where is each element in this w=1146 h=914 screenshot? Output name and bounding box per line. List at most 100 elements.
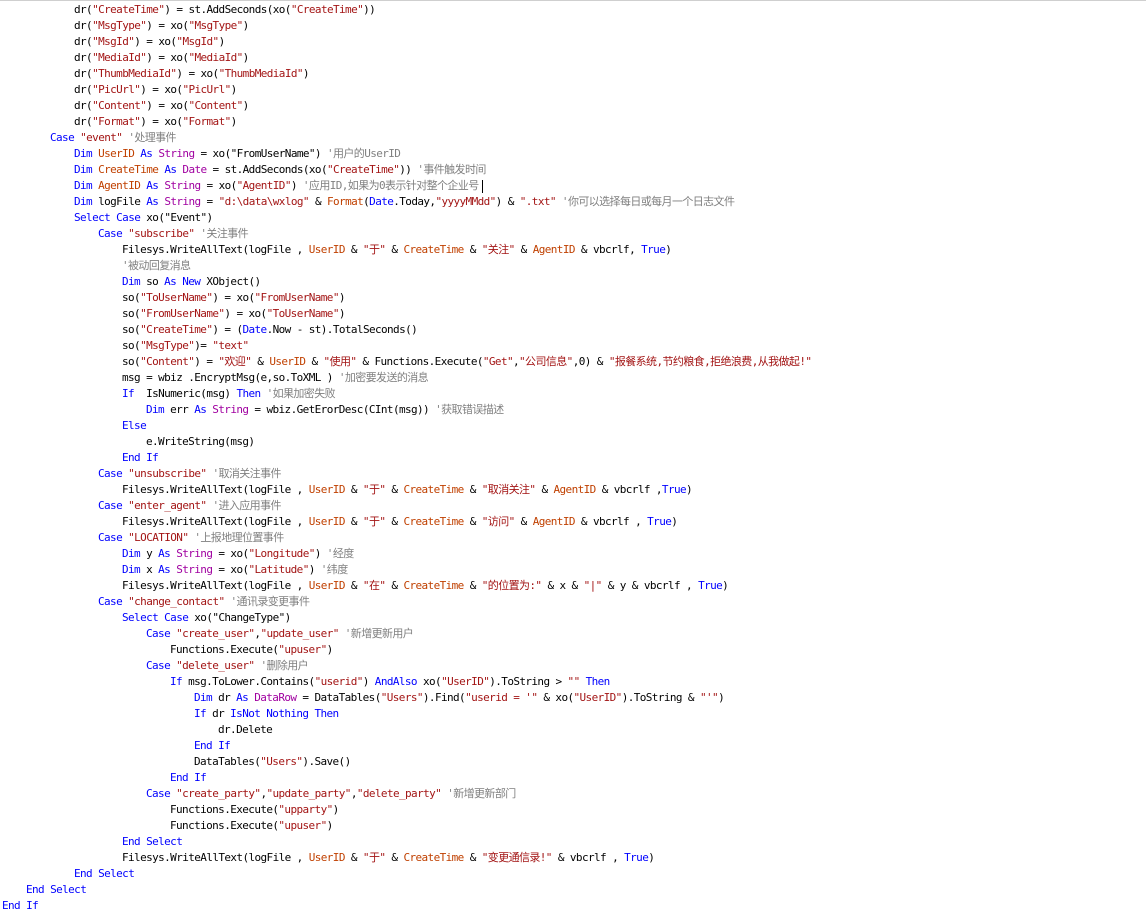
code-editor[interactable]: dr("CreateTime") = st.AddSeconds(xo("Cre…: [0, 0, 1146, 913]
code-line[interactable]: Dim logFile As String = "d:\data\wxlog" …: [74, 194, 735, 210]
code-token: ) = xo(: [140, 115, 183, 128]
code-token: = xo(: [212, 547, 249, 560]
code-line[interactable]: dr("CreateTime") = st.AddSeconds(xo("Cre…: [74, 2, 376, 18]
code-line[interactable]: dr("MediaId") = xo("MediaId"): [74, 50, 249, 66]
code-token: ) = xo(: [146, 51, 189, 64]
code-line[interactable]: Case "enter_agent" '进入应用事件: [98, 498, 281, 514]
code-token: "update_party": [266, 787, 351, 800]
code-line[interactable]: DataTables("Users").Save(): [194, 754, 351, 770]
code-token: & vbcrlf ,: [551, 851, 625, 864]
code-line[interactable]: Case "delete_user" '删除用户: [146, 658, 309, 674]
code-token: '事件触发时间: [411, 163, 486, 176]
code-token: &: [251, 355, 270, 368]
code-line[interactable]: If msg.ToLower.Contains("userid") AndAls…: [170, 674, 610, 690]
code-token: '获取错误描述: [429, 403, 504, 416]
code-token: "upparty": [278, 803, 333, 816]
code-line[interactable]: Select Case xo("ChangeType"): [122, 610, 291, 626]
code-line[interactable]: Case "create_user","update_user" '新增更新用户: [146, 626, 414, 642]
code-token: &: [344, 243, 363, 256]
code-line[interactable]: Case "LOCATION" '上报地理位置事件: [98, 530, 284, 546]
code-token: AgentID: [532, 243, 576, 256]
code-line[interactable]: End If: [194, 738, 231, 754]
code-line[interactable]: Filesys.WriteAllText(logFile , UserID & …: [122, 850, 655, 866]
code-line[interactable]: dr("ThumbMediaId") = xo("ThumbMediaId"): [74, 66, 310, 82]
code-token: ).Save(): [302, 755, 351, 768]
code-line[interactable]: dr("MsgType") = xo("MsgType"): [74, 18, 249, 34]
code-token: dr(: [74, 67, 93, 80]
code-token: & xo(: [537, 691, 574, 704]
code-token: ) =: [194, 355, 219, 368]
code-line[interactable]: Case "subscribe" '关注事件: [98, 226, 249, 242]
code-line[interactable]: so("Content") = "欢迎" & UserID & "使用" & F…: [122, 354, 812, 370]
code-line[interactable]: End If: [122, 450, 159, 466]
code-line[interactable]: End Select: [122, 834, 183, 850]
code-token: Filesys.WriteAllText(logFile ,: [122, 851, 309, 864]
code-line[interactable]: dr.Delete: [218, 722, 273, 738]
code-line[interactable]: Filesys.WriteAllText(logFile , UserID & …: [122, 242, 672, 258]
code-line[interactable]: Dim dr As DataRow = DataTables("Users").…: [194, 690, 725, 706]
code-token: ): [218, 35, 226, 48]
code-line[interactable]: dr("PicUrl") = xo("PicUrl"): [74, 82, 237, 98]
code-token: ) = xo(: [146, 99, 189, 112]
code-token: Dim: [122, 547, 147, 560]
code-line[interactable]: Functions.Execute("upuser"): [170, 642, 333, 658]
code-token: & x &: [541, 579, 584, 592]
code-line[interactable]: e.WriteString(msg): [146, 434, 255, 450]
code-token: = wbiz.GetErorDesc(CInt(msg)): [248, 403, 430, 416]
code-token: dr: [218, 691, 231, 704]
code-token: As: [140, 195, 165, 208]
code-line[interactable]: Else: [122, 418, 147, 434]
code-line[interactable]: Case "create_party","update_party","dele…: [146, 786, 516, 802]
code-token: Case: [98, 467, 129, 480]
code-line[interactable]: End If: [170, 770, 207, 786]
code-line[interactable]: Functions.Execute("upparty"): [170, 802, 339, 818]
code-line[interactable]: Dim y As String = xo("Longitude") '经度: [122, 546, 354, 562]
code-line[interactable]: Case "unsubscribe" '取消关注事件: [98, 466, 281, 482]
code-token: "d:\data\wxlog": [218, 195, 310, 208]
code-line[interactable]: dr("Content") = xo("Content"): [74, 98, 249, 114]
code-token: Dim: [122, 275, 147, 288]
code-line[interactable]: End Select: [26, 882, 87, 898]
code-line[interactable]: Dim CreateTime As Date = st.AddSeconds(x…: [74, 162, 486, 178]
code-token: so: [146, 275, 159, 288]
code-line[interactable]: Dim so As New XObject(): [122, 274, 261, 290]
code-line[interactable]: Filesys.WriteAllText(logFile , UserID & …: [122, 578, 729, 594]
code-token: "MsgId": [176, 35, 219, 48]
code-token: ) = xo(: [224, 307, 267, 320]
code-line[interactable]: so("FromUserName") = xo("ToUserName"): [122, 306, 345, 322]
code-line[interactable]: so("MsgType")= "text": [122, 338, 249, 354]
code-line[interactable]: Filesys.WriteAllText(logFile , UserID & …: [122, 482, 693, 498]
code-line[interactable]: Select Case xo("Event"): [74, 210, 213, 226]
code-line[interactable]: If IsNumeric(msg) Then '如果加密失败: [122, 386, 336, 402]
code-token: XObject(): [206, 275, 261, 288]
code-token: ): [665, 243, 672, 256]
code-token: ) = xo(: [176, 67, 219, 80]
code-line[interactable]: End If: [2, 898, 39, 914]
code-token: msg = wbiz .EncryptMsg(e,so.ToXML ): [122, 371, 333, 384]
code-line[interactable]: dr("MsgId") = xo("MsgId"): [74, 34, 225, 50]
code-line[interactable]: '被动回复消息: [122, 258, 191, 274]
code-token: '处理事件: [122, 131, 176, 144]
code-line[interactable]: so("CreateTime") = (Date.Now - st).Total…: [122, 322, 418, 338]
code-line[interactable]: Filesys.WriteAllText(logFile , UserID & …: [122, 514, 678, 530]
code-token: "ThumbMediaId": [92, 67, 177, 80]
code-line[interactable]: Dim err As String = wbiz.GetErorDesc(CIn…: [146, 402, 504, 418]
code-token: '删除用户: [254, 659, 309, 672]
code-line[interactable]: Dim x As String = xo("Latitude") '纬度: [122, 562, 348, 578]
code-line[interactable]: Functions.Execute("upuser"): [170, 818, 333, 834]
code-token: Filesys.WriteAllText(logFile ,: [122, 483, 309, 496]
code-token: &: [385, 243, 404, 256]
code-token: End If: [194, 739, 231, 752]
code-line[interactable]: Dim UserID As String = xo("FromUserName"…: [74, 146, 401, 162]
code-line[interactable]: If dr IsNot Nothing Then: [194, 706, 339, 722]
code-token: Case: [98, 499, 129, 512]
code-line[interactable]: so("ToUserName") = xo("FromUserName"): [122, 290, 345, 306]
code-line[interactable]: Case "event" '处理事件: [50, 130, 177, 146]
code-line[interactable]: msg = wbiz .EncryptMsg(e,so.ToXML ) '加密要…: [122, 370, 429, 386]
code-line[interactable]: Case "change_contact" '通讯录变更事件: [98, 594, 310, 610]
code-line[interactable]: Dim AgentID As String = xo("AgentID") '应…: [74, 178, 483, 194]
code-token: "于": [362, 243, 386, 256]
code-line[interactable]: End Select: [74, 866, 135, 882]
code-token: "CreateTime": [290, 3, 364, 16]
code-line[interactable]: dr("Format") = xo("Format"): [74, 114, 237, 130]
